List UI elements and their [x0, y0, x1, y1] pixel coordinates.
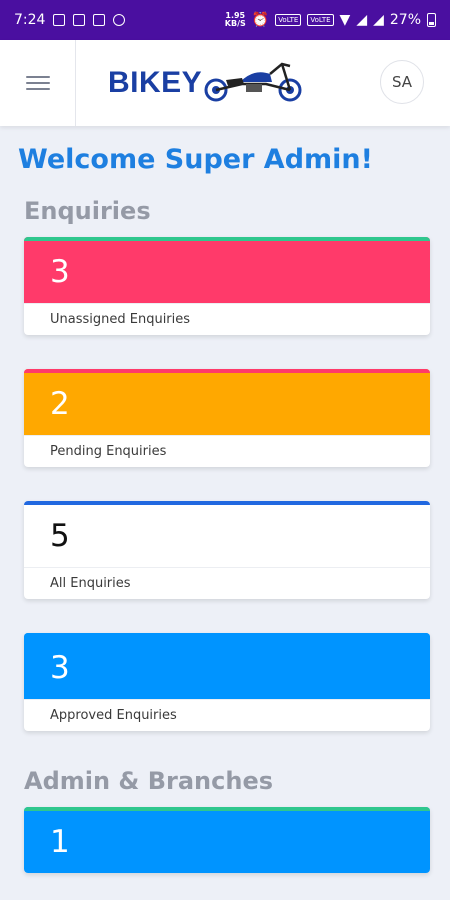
card-unassigned-enquiries[interactable]: 3 Unassigned Enquiries — [24, 237, 430, 335]
card-value: 3 — [24, 633, 430, 699]
logo-text: BIKEY — [108, 66, 203, 99]
battery-icon — [427, 13, 436, 27]
main-content: Welcome Super Admin! Enquiries 3 Unassig… — [0, 144, 450, 873]
data-saver-icon — [113, 14, 126, 26]
app-logo[interactable]: BIKEY — [108, 60, 306, 106]
card-pending-enquiries[interactable]: 2 Pending Enquiries — [24, 369, 430, 467]
motorcycle-icon — [204, 62, 302, 102]
card-label: All Enquiries — [24, 567, 430, 599]
status-time: 7:24 — [14, 12, 46, 28]
card-value: 5 — [24, 501, 430, 567]
card-admin-branches[interactable]: 1 — [24, 807, 430, 873]
section-title-enquiries: Enquiries — [24, 197, 151, 225]
image-icon — [93, 14, 106, 26]
status-bar: 7:24 1.95 KB/S ⏰ VoLTE VoLTE ▼ ◢ ◢ 27% — [0, 0, 450, 40]
notification-icon — [73, 14, 86, 26]
card-all-enquiries[interactable]: 5 All Enquiries — [24, 501, 430, 599]
welcome-heading: Welcome Super Admin! — [18, 144, 373, 175]
speed-unit: KB/S — [224, 19, 246, 28]
avatar[interactable]: SA — [380, 60, 424, 104]
signal-icon: ◢ — [356, 12, 368, 28]
volte-badge-2: VoLTE — [307, 14, 334, 26]
card-value: 2 — [24, 369, 430, 435]
network-speed: 1.95 KB/S — [225, 12, 246, 28]
sim-icon — [53, 14, 66, 26]
volte-badge-1: VoLTE — [275, 14, 302, 26]
card-value: 3 — [24, 237, 430, 303]
card-value: 1 — [24, 807, 430, 873]
wifi-icon: ▼ — [339, 12, 351, 28]
card-label: Unassigned Enquiries — [24, 303, 430, 335]
section-title-admin-branches: Admin & Branches — [24, 767, 273, 795]
menu-button[interactable] — [0, 40, 76, 126]
app-header: BIKEY SA — [0, 40, 450, 126]
card-approved-enquiries[interactable]: 3 Approved Enquiries — [24, 633, 430, 731]
hamburger-icon — [25, 72, 50, 94]
alarm-icon: ⏰ — [251, 12, 270, 28]
card-label: Pending Enquiries — [24, 435, 430, 467]
signal-icon-2: ◢ — [373, 12, 384, 28]
card-label: Approved Enquiries — [24, 699, 430, 731]
battery-percent: 27% — [389, 12, 421, 28]
